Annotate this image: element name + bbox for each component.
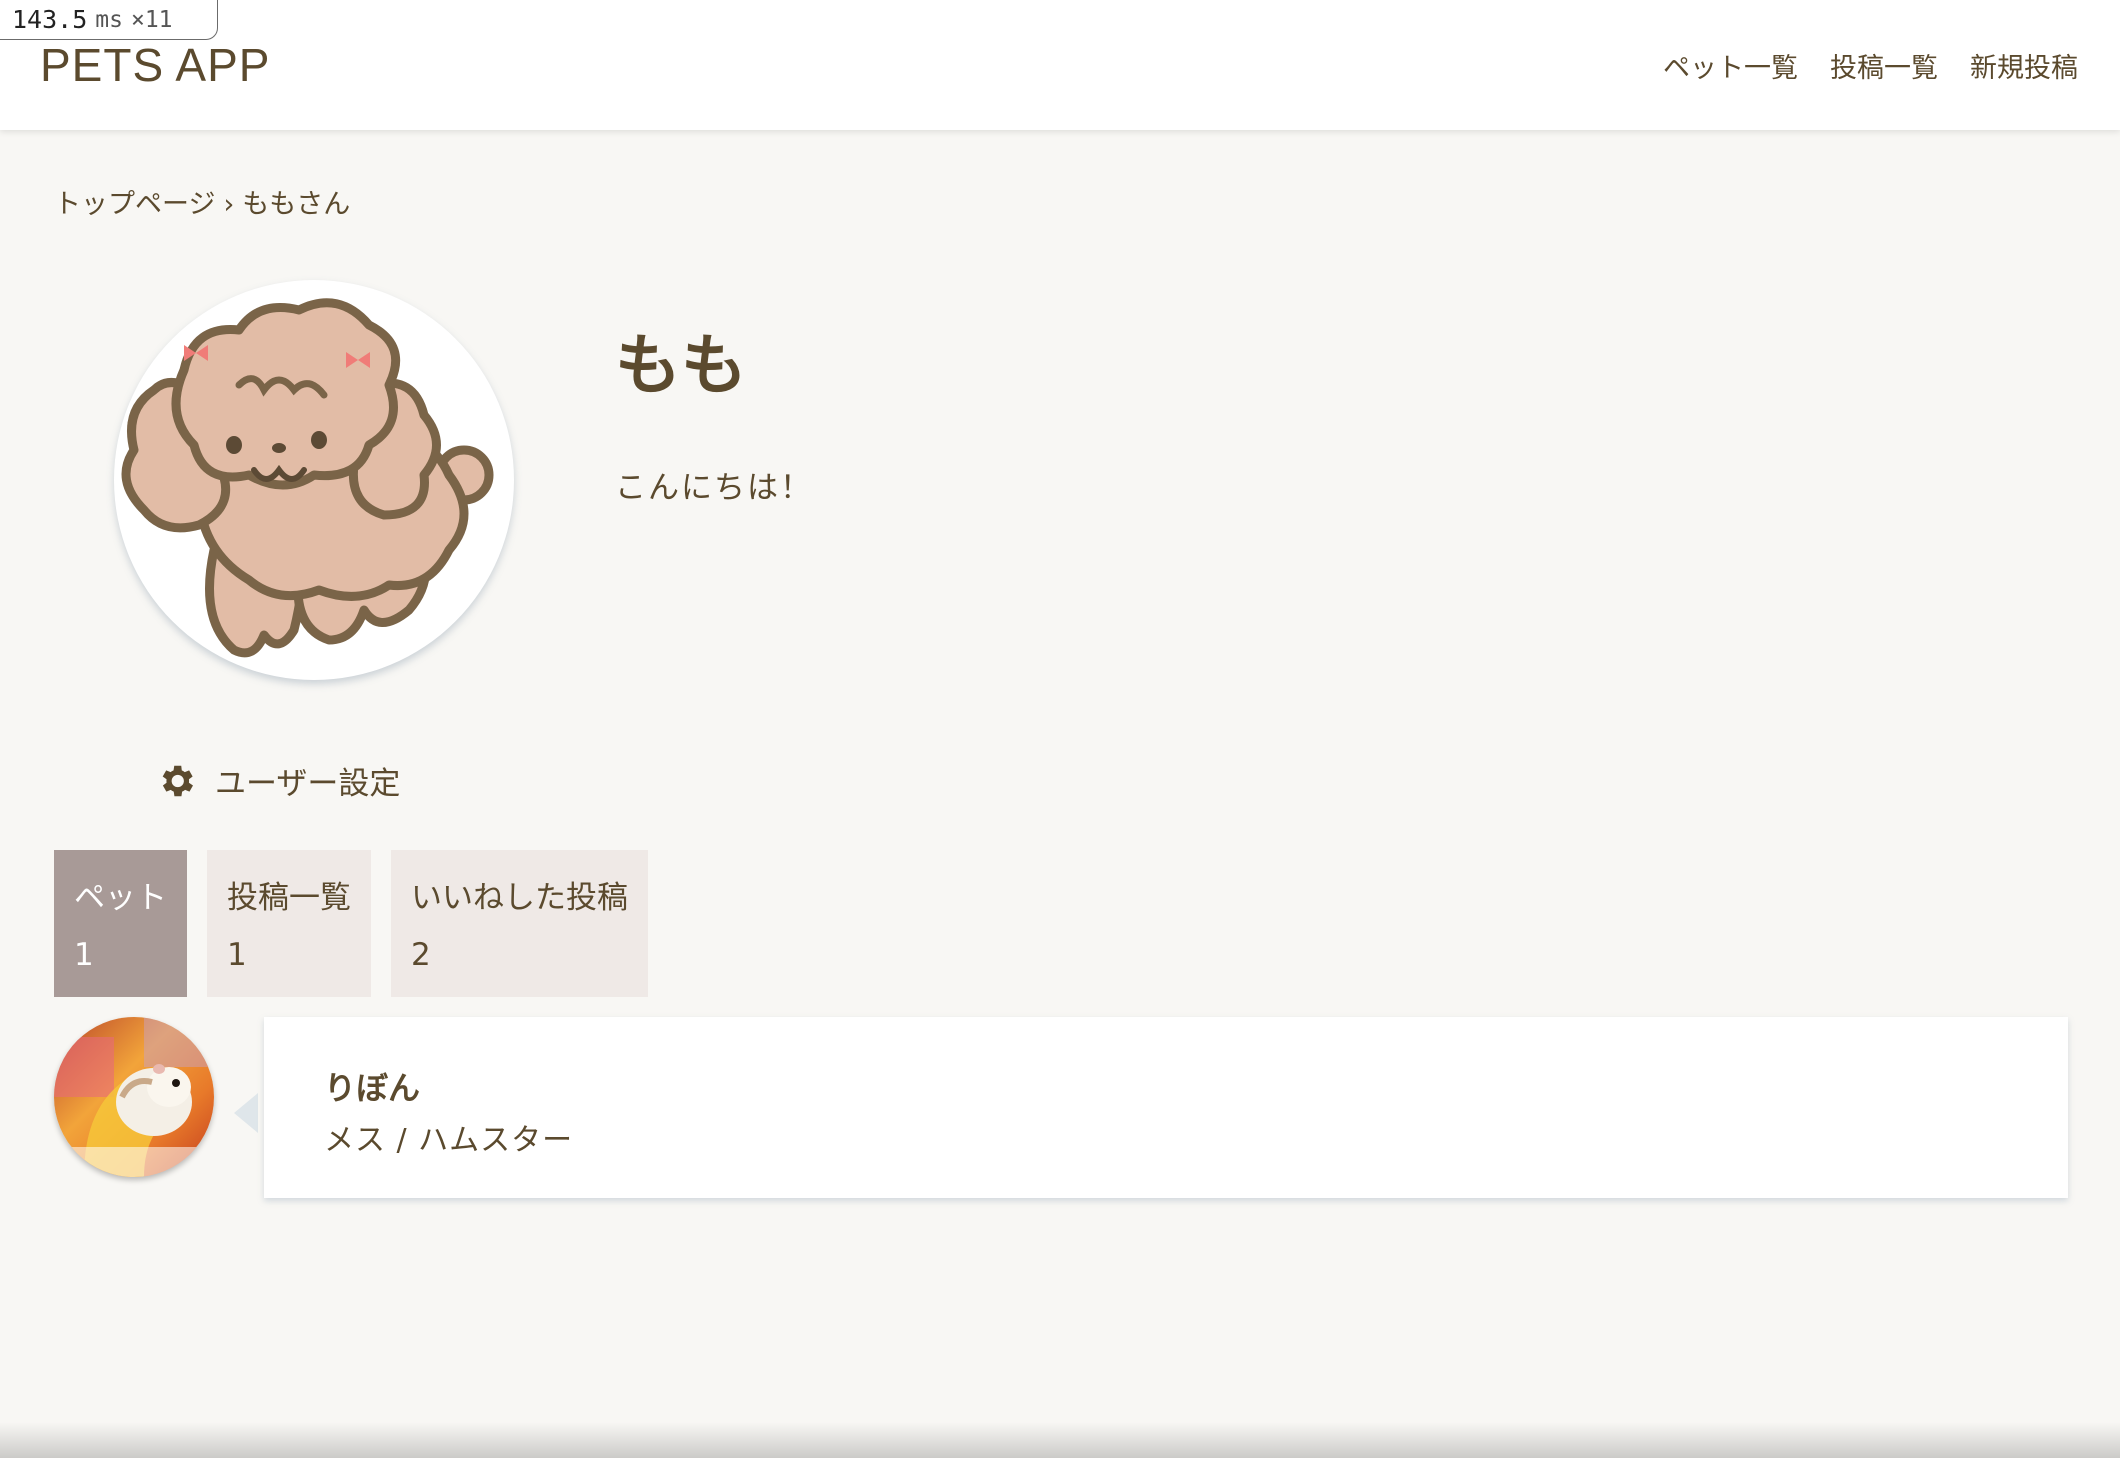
tab-posts-label: 投稿一覧 — [227, 880, 351, 916]
pet-card-name: りぼん — [324, 1069, 421, 1107]
app-logo[interactable]: PETS APP — [40, 38, 270, 92]
gear-icon — [162, 765, 193, 796]
tab-liked-label: いいねした投稿 — [411, 880, 628, 916]
pet-list-item: りぼん メス / ハムスター — [54, 1017, 2068, 1200]
nav-post-list[interactable]: 投稿一覧 — [1830, 46, 1938, 85]
perf-overlay: 143.5 ms ×11 — [0, 0, 218, 40]
breadcrumb-current: ももさん — [242, 189, 351, 220]
card-pointer — [234, 1093, 258, 1133]
nav-new-post[interactable]: 新規投稿 — [1970, 46, 2078, 85]
tab-pets[interactable]: ペット 1 — [54, 850, 187, 997]
pet-card-meta: メス / ハムスター — [324, 1123, 574, 1158]
breadcrumb: トップページ › ももさん — [54, 182, 358, 221]
window-bottom-shadow — [0, 1422, 2120, 1458]
pet-card[interactable]: りぼん メス / ハムスター — [264, 1017, 2068, 1198]
tab-liked-posts[interactable]: いいねした投稿 2 — [391, 850, 648, 997]
hamster-photo — [54, 1017, 214, 1177]
profile-tabs: ペット 1 投稿一覧 1 いいねした投稿 2 — [54, 850, 648, 997]
profile-avatar — [114, 280, 514, 680]
breadcrumb-home[interactable]: トップページ — [54, 189, 215, 220]
main-nav: ペット一覧 投稿一覧 新規投稿 — [1663, 46, 2078, 85]
profile-greeting: こんにちは！ — [615, 470, 813, 506]
user-settings-label: ユーザー設定 — [215, 766, 401, 802]
tab-pets-count: 1 — [74, 937, 94, 973]
perf-value: 143.5 — [12, 5, 88, 34]
nav-pet-list[interactable]: ペット一覧 — [1663, 46, 1798, 85]
poodle-illustration — [121, 298, 494, 658]
top-header: PETS APP ペット一覧 投稿一覧 新規投稿 — [0, 0, 2120, 130]
tab-pets-label: ペット — [74, 880, 167, 916]
perf-count: ×11 — [130, 6, 173, 33]
breadcrumb-separator: › — [223, 189, 235, 220]
tab-liked-count: 2 — [411, 937, 431, 973]
user-settings-link[interactable]: ユーザー設定 — [155, 758, 400, 803]
tab-posts-count: 1 — [227, 937, 247, 973]
tab-posts[interactable]: 投稿一覧 1 — [207, 850, 371, 997]
pet-avatar[interactable] — [54, 1017, 214, 1177]
profile-name: もも — [615, 327, 747, 404]
perf-unit: ms — [95, 6, 123, 33]
